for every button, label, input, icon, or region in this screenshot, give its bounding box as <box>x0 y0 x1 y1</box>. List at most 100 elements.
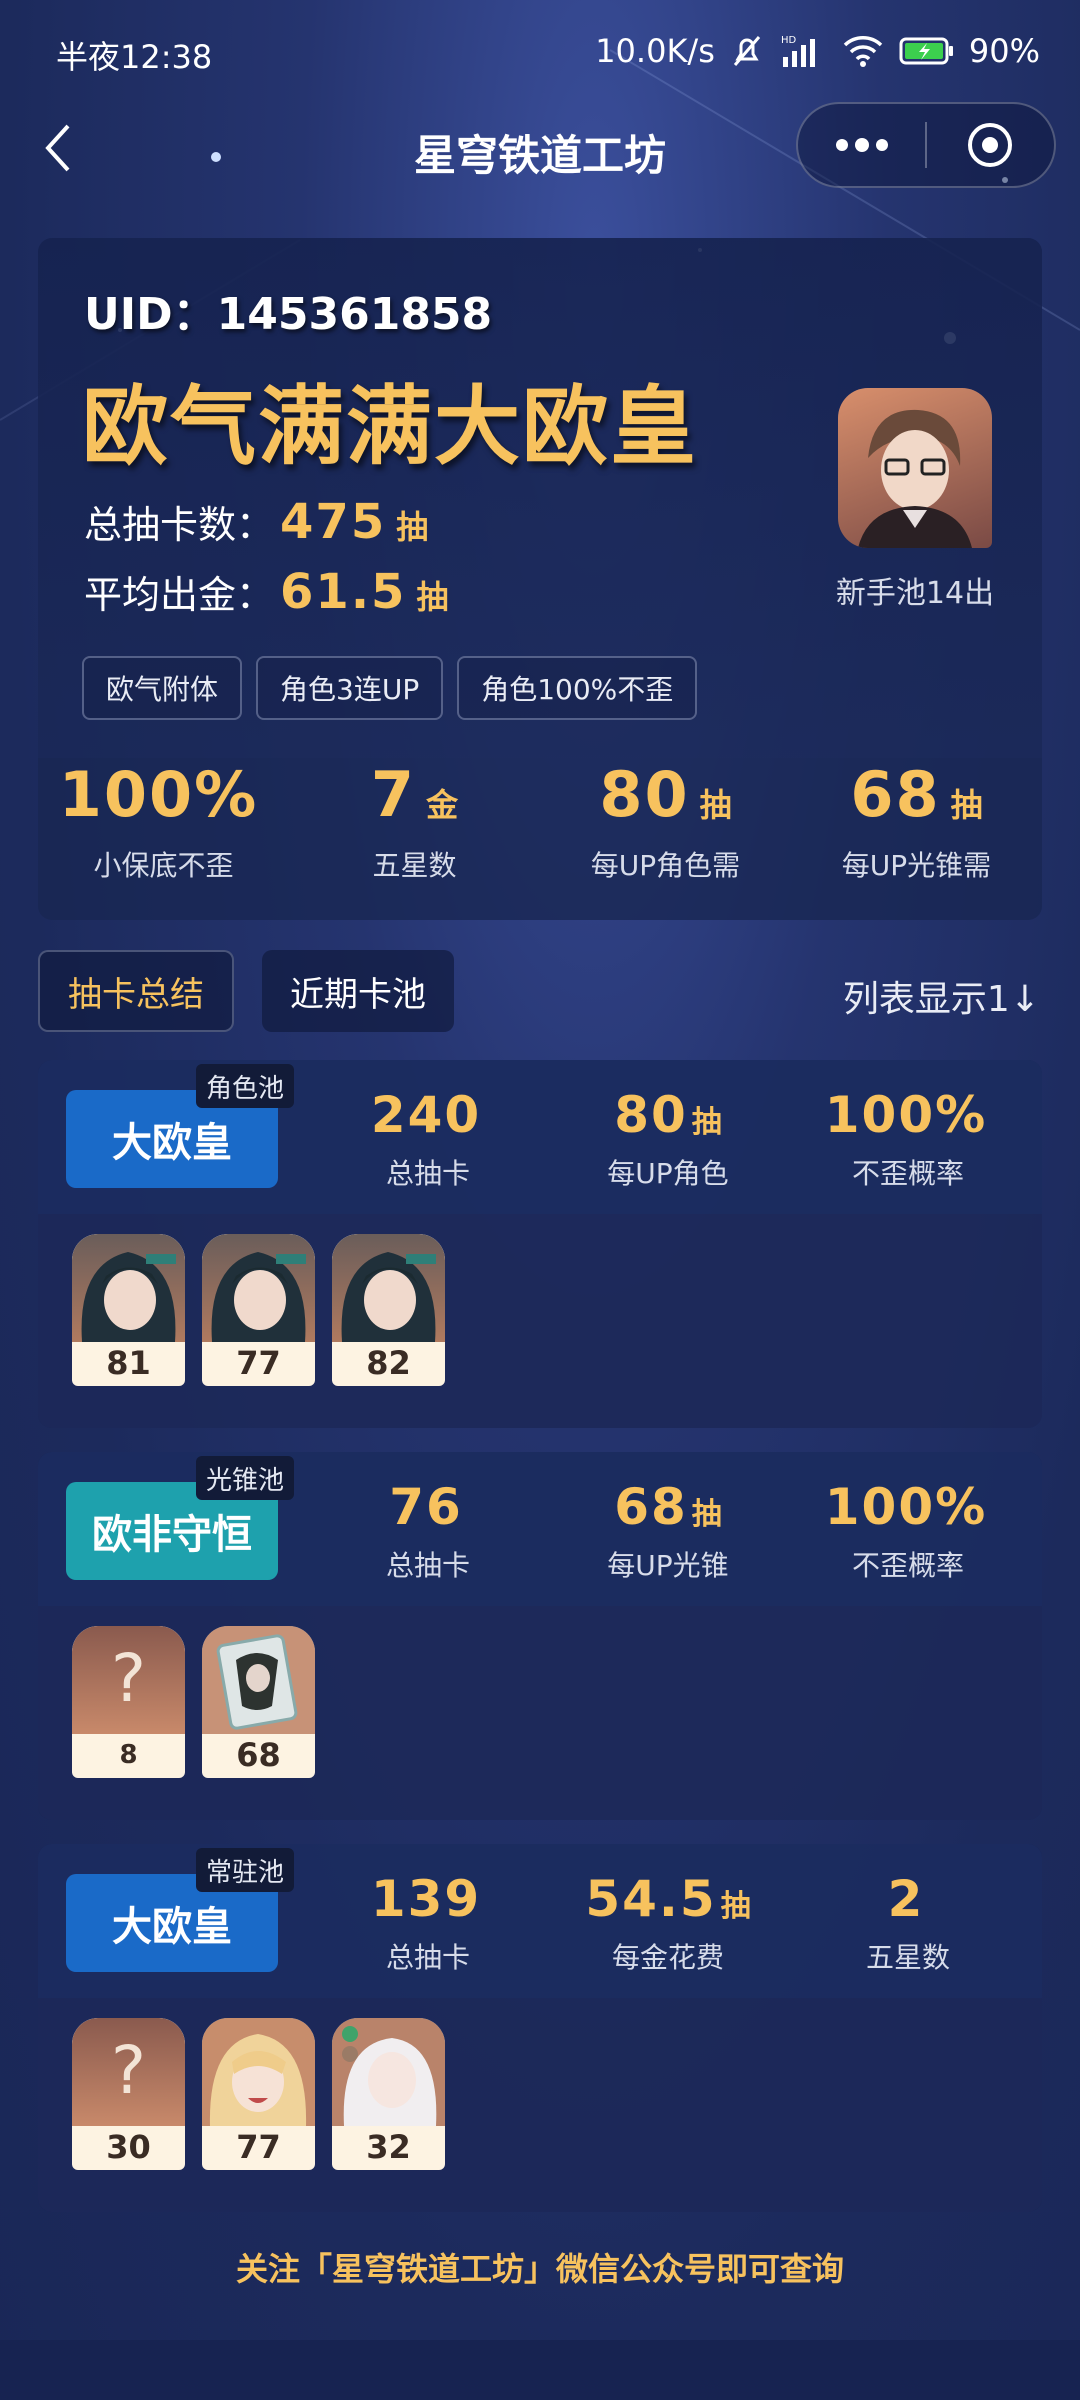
stat-unit: 抽 <box>950 786 983 824</box>
character-portrait <box>202 1234 315 1342</box>
list-display-toggle[interactable]: 列表显示1↓ <box>843 970 1040 1022</box>
pool-stat: 68 抽 每UP光锥 <box>548 1478 788 1584</box>
tag-item: 欧气附体 <box>82 656 243 720</box>
stat-unit: 抽 <box>720 1889 751 1924</box>
pull-count: 77 <box>236 1344 281 1382</box>
footer-notice: 关注「星穹铁道工坊」微信公众号即可查询 <box>235 2250 844 2288</box>
stat-value: 54.5 <box>585 1870 717 1928</box>
stat-value: 2 <box>887 1870 925 1928</box>
character-portrait <box>202 2018 315 2126</box>
pool-stat: 100% 不歪概率 <box>788 1478 1028 1584</box>
pool-stat: 80 抽 每UP角色 <box>548 1086 788 1192</box>
more-button[interactable] <box>798 102 925 188</box>
unknown-portrait: ? <box>72 1626 185 1734</box>
pull-count: 82 <box>366 1344 411 1382</box>
character-portrait <box>332 1234 445 1342</box>
target-close-icon <box>968 123 1013 167</box>
status-bar: 半夜12:38 10.0K/s HD 90% <box>0 0 1080 105</box>
unknown-item-card[interactable]: ? 8 <box>72 1626 185 1778</box>
character-card[interactable]: 82 <box>332 1234 445 1386</box>
wifi-icon <box>843 36 883 67</box>
stat-item: 100% 小保底不歪 <box>38 758 289 898</box>
pull-count: 30 <box>106 2128 151 2166</box>
stat-label: 总抽卡 <box>385 1941 470 1974</box>
rank-title: 欧气满满大欧皇 <box>82 377 698 477</box>
stat-label: 五星数 <box>865 1941 950 1974</box>
stat-value: 100% <box>824 1086 988 1144</box>
status-time: 半夜12:38 <box>56 38 213 76</box>
tab-recent-pools[interactable]: 近期卡池 <box>262 950 454 1032</box>
pool-type-tag: 常驻池 <box>196 1848 295 1892</box>
avg-gold-unit: 抽 <box>416 578 449 616</box>
stat-label: 每UP光锥需 <box>841 849 992 882</box>
stat-label: 不歪概率 <box>851 1549 964 1582</box>
avg-gold-value: 61.5 <box>280 564 407 620</box>
unknown-item-card[interactable]: ? 30 <box>72 2018 185 2170</box>
stat-label: 不歪概率 <box>851 1157 964 1190</box>
lightcone-card[interactable]: 68 <box>202 1626 315 1778</box>
pool-card-lightcone: 欧非守恒 光锥池 76 总抽卡 68 抽 每UP光锥 100% 不歪概率 ? 8 … <box>38 1452 1042 1820</box>
avatar-caption: 新手池14出 <box>835 576 995 611</box>
pool-characters: 81 77 82 <box>38 1214 1042 1428</box>
battery-percent: 90% <box>968 32 1040 70</box>
pool-type-tag: 光锥池 <box>196 1456 295 1500</box>
pool-card-character: 大欧皇 角色池 240 总抽卡 80抽 每UP角色 100% 不歪概率 81 <box>38 1060 1042 1428</box>
pool-header: 大欧皇 常驻池 139 总抽卡 54.5 抽 每金花费 2 五星数 <box>38 1844 1042 1998</box>
more-dots-icon <box>835 138 888 152</box>
stat-unit: 抽 <box>691 1497 722 1532</box>
miniprogram-capsule <box>796 102 1056 188</box>
pull-count: 77 <box>236 2128 281 2166</box>
stat-unit: 抽 <box>699 786 732 824</box>
character-card[interactable]: 77 <box>202 1234 315 1386</box>
overall-stats: 100% 小保底不歪 7金 五星数 80 抽 每UP角色需 68 抽 每UP光锥需 <box>38 758 1042 898</box>
pool-header: 大欧皇 角色池 240 总抽卡 80 抽 每UP角色 100% 不歪概率 <box>38 1060 1042 1214</box>
stat-value: 68 <box>614 1478 688 1536</box>
bottom-strip <box>0 2340 1080 2400</box>
stat-label: 每UP光锥 <box>607 1549 729 1582</box>
tag-item: 角色3连UP <box>256 656 444 720</box>
pool-stat: 76 总抽卡 <box>308 1478 548 1584</box>
unknown-portrait: ? <box>72 2018 185 2126</box>
tab-summary[interactable]: 抽卡总结 <box>38 950 234 1032</box>
pool-stat: 2 五星数 <box>788 1870 1028 1976</box>
total-pulls-value: 475 <box>280 494 387 550</box>
lightcone-portrait <box>202 1626 315 1734</box>
pool-stat: 100% 不歪概率 <box>788 1086 1028 1192</box>
stat-unit: 金 <box>426 786 459 824</box>
pool-characters: ? 8 68 <box>38 1606 1042 1820</box>
total-pulls-unit: 抽 <box>396 508 429 546</box>
stat-label: 五星数 <box>372 849 457 882</box>
stat-value: 240 <box>370 1086 482 1144</box>
stat-value: 80 <box>599 758 690 831</box>
stat-value: 7 <box>370 758 417 831</box>
close-miniprogram-button[interactable] <box>927 102 1054 188</box>
stat-item: 68 抽 每UP光锥需 <box>791 758 1042 898</box>
network-speed: 10.0K/s <box>595 32 715 70</box>
stat-item: 80 抽 每UP角色需 <box>540 758 791 898</box>
character-portrait <box>332 2018 445 2126</box>
character-card[interactable]: 32 <box>332 2018 445 2170</box>
stat-value: 139 <box>370 1870 482 1928</box>
summary-card: UID：145361858 欧气满满大欧皇 总抽卡数： 475 抽 平均出金： … <box>38 238 1042 920</box>
stat-label: 总抽卡 <box>385 1157 470 1190</box>
pool-card-standard: 大欧皇 常驻池 139 总抽卡 54.5 抽 每金花费 2 五星数 ? 30 77 <box>38 1844 1042 2212</box>
avg-gold-line: 平均出金： 61.5 抽 <box>84 564 448 620</box>
stat-item: 7金 五星数 <box>289 758 540 898</box>
stat-unit: 抽 <box>691 1105 722 1140</box>
achievement-tags: 欧气附体 角色3连UP 角色100%不歪 <box>82 656 698 720</box>
character-card[interactable]: 81 <box>72 1234 185 1386</box>
pool-stat: 240 总抽卡 <box>308 1086 548 1192</box>
character-portrait <box>72 1234 185 1342</box>
avg-gold-label: 平均出金： <box>84 573 275 617</box>
battery-icon <box>899 37 953 65</box>
stat-value: 76 <box>389 1478 463 1536</box>
stat-value: 100% <box>824 1478 988 1536</box>
total-pulls-line: 总抽卡数： 475 抽 <box>84 494 428 550</box>
stat-value: 68 <box>850 758 941 831</box>
pool-characters: ? 30 77 32 <box>38 1998 1042 2212</box>
stat-value: 80 <box>614 1086 688 1144</box>
pull-count: 32 <box>366 2128 411 2166</box>
tab-bar: 抽卡总结 近期卡池 列表显示1↓ <box>38 950 1042 1032</box>
pool-stat: 139 总抽卡 <box>308 1870 548 1976</box>
character-card[interactable]: 77 <box>202 2018 315 2170</box>
